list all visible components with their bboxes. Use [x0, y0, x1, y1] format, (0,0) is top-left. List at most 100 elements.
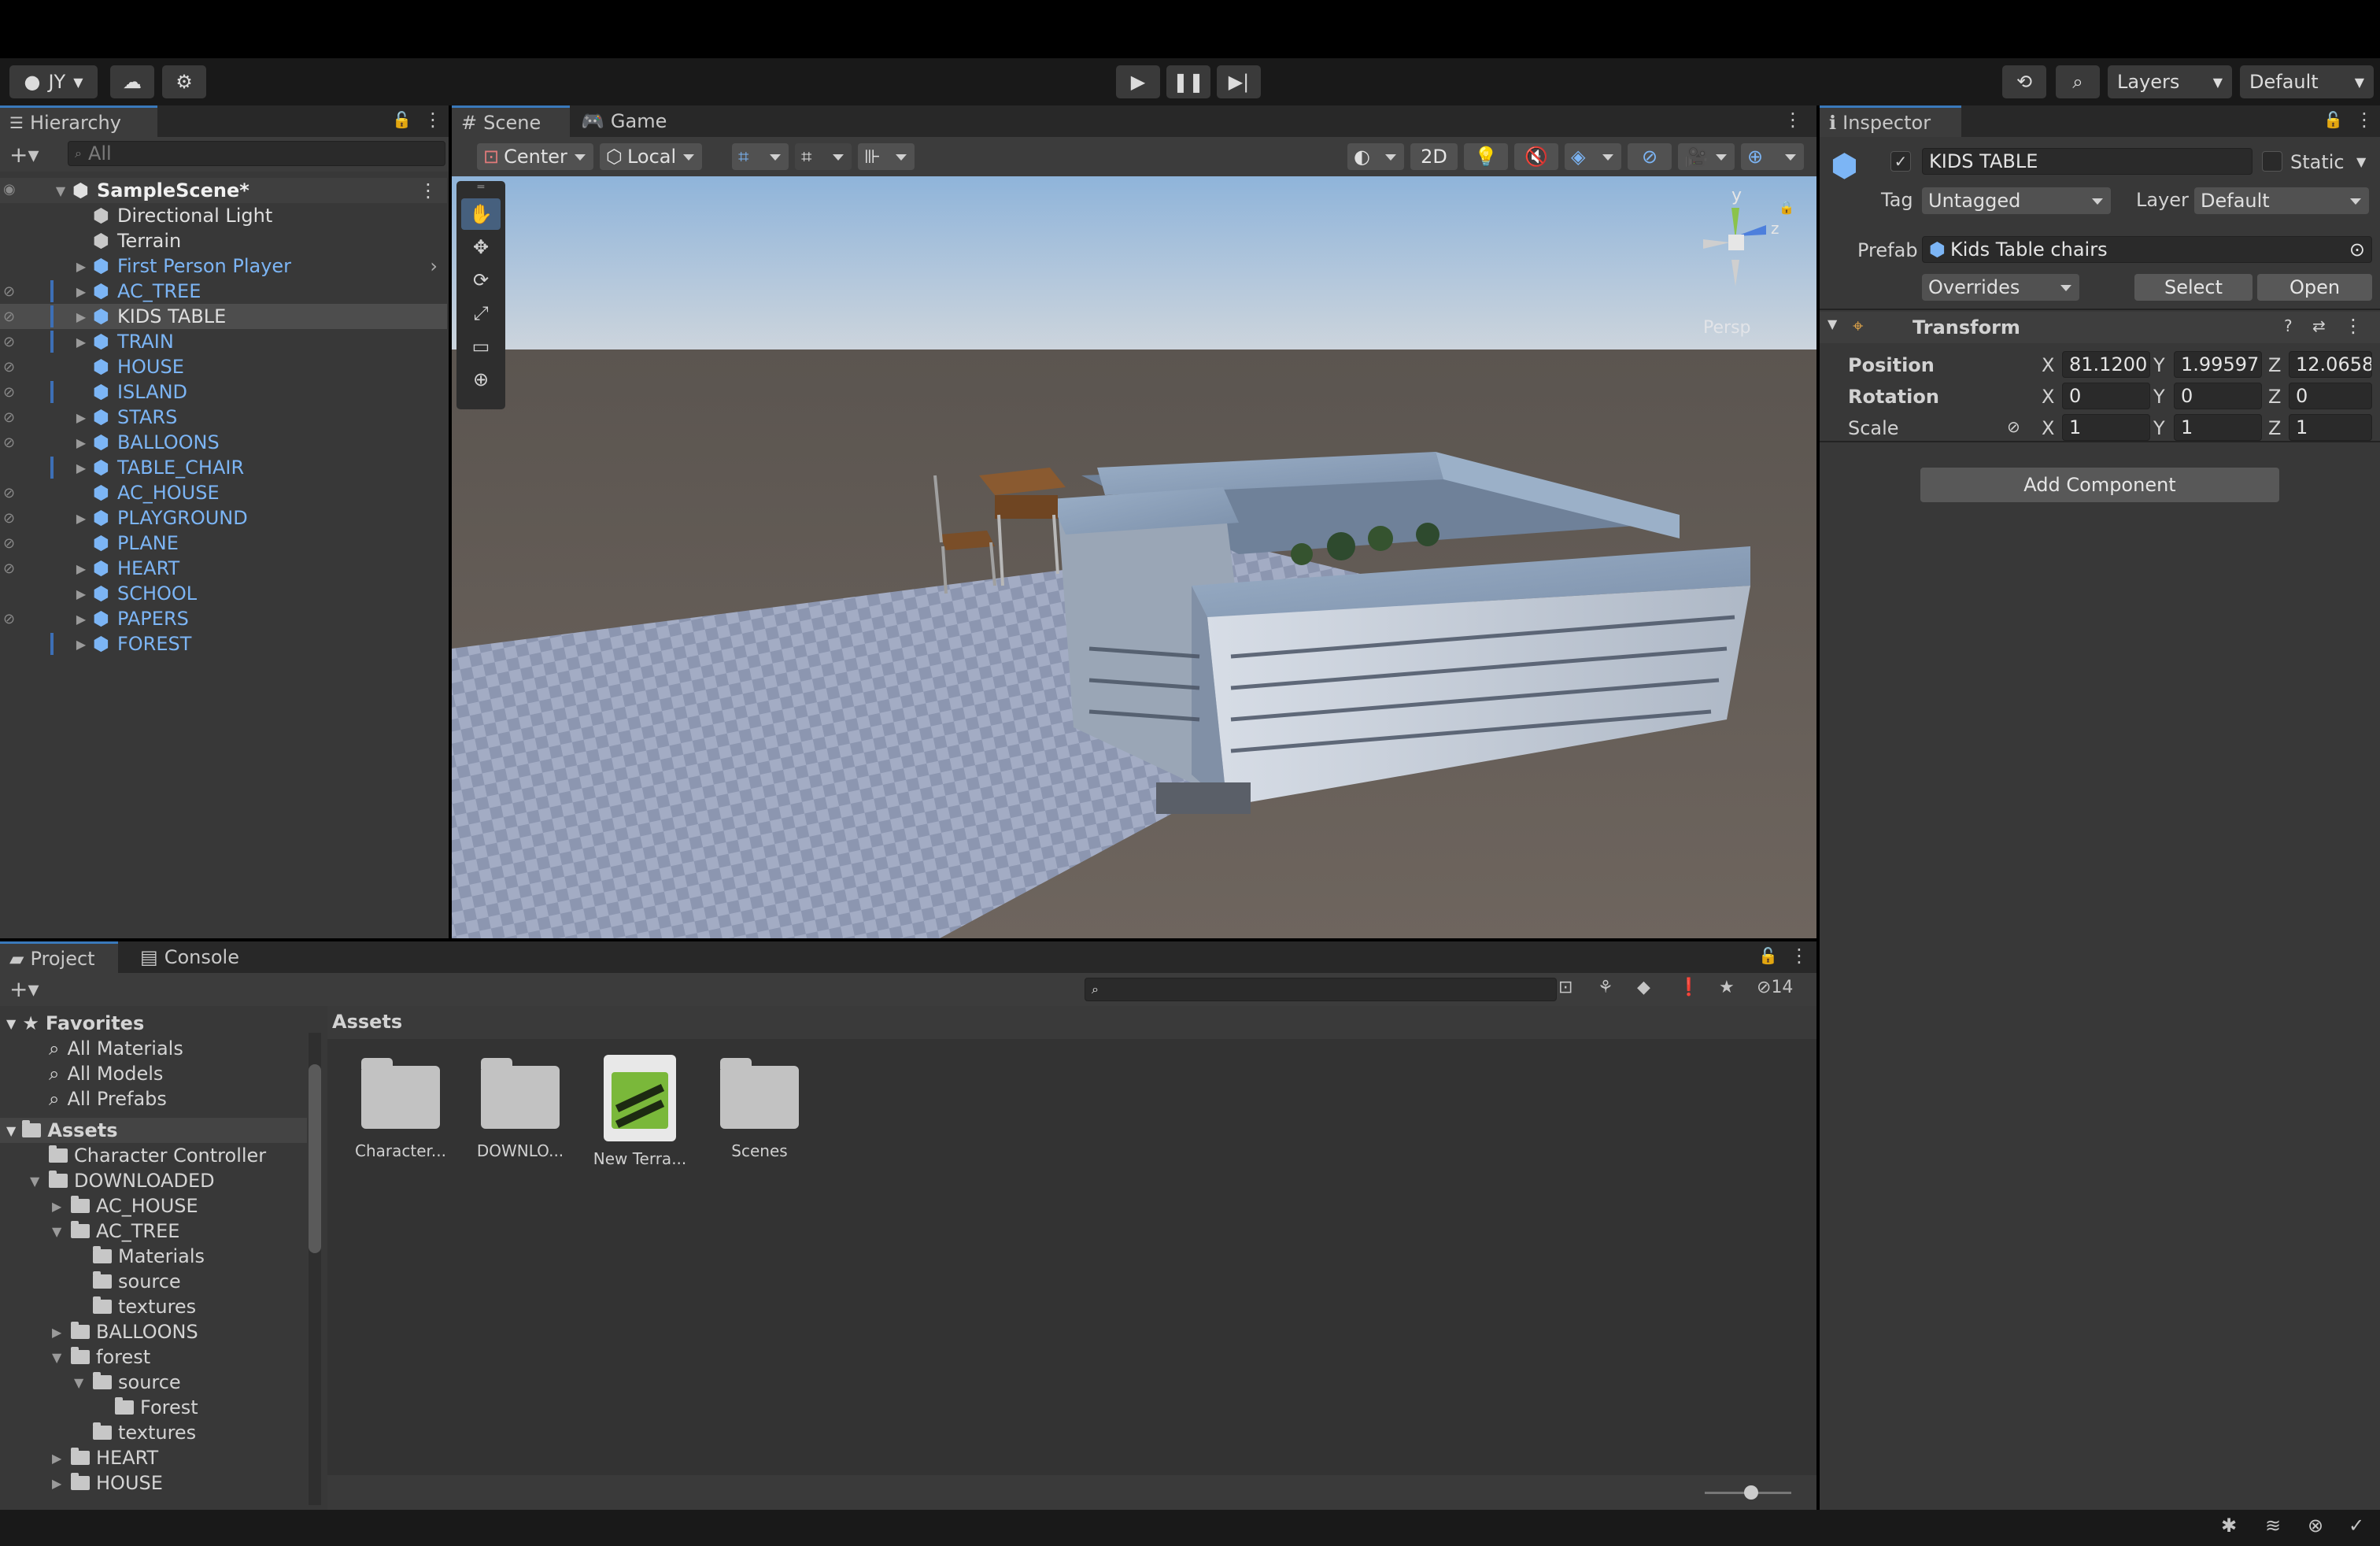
- select-button[interactable]: Select: [2134, 274, 2252, 301]
- rotate-tool-button[interactable]: ⟳: [461, 264, 501, 296]
- lock-icon[interactable]: 🔓: [392, 110, 412, 129]
- scene-viewport[interactable]: ═ ✋ ✥ ⟳ ⤢ ▭ ⊕ y z Persp 🔒: [452, 176, 1816, 938]
- chevron-down-icon[interactable]: ▼: [74, 1375, 93, 1390]
- scale-z-field[interactable]: 1: [2289, 414, 2372, 441]
- eye-slash-icon[interactable]: ⊘: [3, 611, 24, 627]
- tree-scrollbar-thumb[interactable]: [309, 1064, 321, 1253]
- hierarchy-item[interactable]: ⊘ ⬢ PLANE: [0, 531, 447, 556]
- hierarchy-item[interactable]: ▶ ⬢ FOREST: [0, 631, 447, 656]
- more-icon[interactable]: ⋮: [419, 179, 438, 202]
- scale-x-field[interactable]: 1: [2062, 414, 2150, 441]
- eye-slash-icon[interactable]: ⊘: [3, 359, 24, 375]
- chevron-right-icon[interactable]: ›: [430, 255, 438, 277]
- chevron-right-icon[interactable]: ▶: [74, 511, 88, 526]
- collab-button[interactable]: ⚙: [162, 65, 206, 98]
- gi-icon[interactable]: ⊗: [2308, 1515, 2323, 1537]
- position-y-axis-label[interactable]: Y: [2153, 354, 2165, 376]
- folder-tree-item[interactable]: ▶ HEART: [52, 1445, 158, 1470]
- more-icon[interactable]: ⋮: [423, 109, 442, 131]
- static-checkbox[interactable]: [2262, 151, 2282, 172]
- eye-slash-icon[interactable]: ⊘: [3, 409, 24, 426]
- folder-tree-item[interactable]: textures: [74, 1420, 196, 1445]
- tag-dropdown[interactable]: Untagged: [1922, 187, 2111, 214]
- chevron-down-icon[interactable]: ▼: [2356, 154, 2366, 169]
- ruler-dropdown[interactable]: ⊪: [858, 143, 915, 170]
- tab-inspector[interactable]: ℹ Inspector: [1820, 105, 1961, 137]
- warning-icon[interactable]: ❗: [1678, 978, 1699, 997]
- asset-item[interactable]: New Terra...: [581, 1055, 699, 1168]
- rotation-x-field[interactable]: 0: [2062, 383, 2150, 409]
- position-x-axis-label[interactable]: X: [2042, 354, 2054, 376]
- folder-tree-item[interactable]: source: [74, 1269, 181, 1294]
- pause-button[interactable]: ❚❚: [1166, 65, 1210, 98]
- folder-tree-item[interactable]: ▼ AC_TREE: [52, 1219, 179, 1244]
- pivot-dropdown[interactable]: ⊡ Center: [477, 143, 593, 170]
- chevron-down-icon[interactable]: ▼: [30, 1174, 49, 1189]
- rotation-x-axis-label[interactable]: X: [2042, 386, 2054, 408]
- favorite-item[interactable]: ⌕ All Models: [49, 1061, 163, 1086]
- rect-tool-button[interactable]: ▭: [461, 331, 501, 362]
- rotation-z-axis-label[interactable]: Z: [2268, 386, 2281, 408]
- layers-icon[interactable]: ≋: [2265, 1515, 2281, 1537]
- mode-2d-button[interactable]: 2D: [1410, 143, 1458, 170]
- hierarchy-item[interactable]: ⊘ ▶ ⬢ TRAIN: [0, 329, 447, 354]
- eye-slash-icon[interactable]: ⊘: [3, 384, 24, 401]
- asset-item[interactable]: Character...: [342, 1058, 460, 1160]
- snap-increment-dropdown[interactable]: ⌗: [795, 143, 852, 170]
- history-button[interactable]: ⟲: [2002, 65, 2046, 98]
- hierarchy-search-input[interactable]: ⌕ All: [68, 141, 445, 166]
- favorites-row[interactable]: ▼ ★ Favorites: [6, 1011, 144, 1036]
- chevron-right-icon[interactable]: ▶: [74, 259, 88, 274]
- account-dropdown[interactable]: ● JY ▼: [9, 65, 98, 98]
- eye-slash-icon[interactable]: ⊘: [3, 510, 24, 527]
- asset-item[interactable]: Scenes: [700, 1058, 819, 1160]
- position-z-field[interactable]: 12.0658: [2289, 351, 2372, 378]
- chevron-down-icon[interactable]: ▼: [1828, 316, 1837, 331]
- effects-dropdown[interactable]: ◈: [1565, 143, 1621, 170]
- object-name-field[interactable]: KIDS TABLE: [1922, 148, 2252, 175]
- folder-tree-item[interactable]: ▶ AC_HOUSE: [52, 1193, 198, 1219]
- audio-toggle[interactable]: 🔇: [1514, 143, 1558, 170]
- hierarchy-item[interactable]: ⊘ ▶ ⬢ PLAYGROUND: [0, 505, 447, 531]
- tab-hierarchy[interactable]: ☰ Hierarchy: [0, 105, 157, 137]
- orientation-gizmo[interactable]: y z Persp 🔒: [1680, 184, 1798, 342]
- eye-slash-icon[interactable]: ⊘: [3, 535, 24, 552]
- constrain-proportions-icon[interactable]: ⊘: [2007, 417, 2020, 436]
- chevron-right-icon[interactable]: ▶: [52, 1325, 71, 1340]
- hierarchy-item[interactable]: ▶ ⬢ First Person Player ›: [0, 253, 447, 279]
- hierarchy-item[interactable]: ⊘ ⬢ HOUSE: [0, 354, 447, 379]
- chevron-right-icon[interactable]: ▶: [74, 637, 88, 652]
- tab-project[interactable]: ▰ Project: [0, 941, 118, 973]
- more-icon[interactable]: ⋮: [1783, 109, 1802, 131]
- scale-tool-button[interactable]: ⤢: [461, 298, 501, 329]
- hierarchy-item[interactable]: ⊘ ▶ ⬢ BALLOONS: [0, 430, 447, 455]
- prefab-field[interactable]: ⬢ Kids Table chairs ⊙: [1922, 236, 2372, 263]
- position-z-axis-label[interactable]: Z: [2268, 354, 2281, 376]
- persp-label[interactable]: Persp: [1703, 318, 1751, 338]
- label-filter-icon[interactable]: ◆: [1637, 978, 1650, 997]
- eye-slash-icon[interactable]: ⊘: [3, 560, 24, 577]
- eye-icon[interactable]: ◉: [3, 181, 24, 198]
- lock-icon[interactable]: 🔒: [1779, 200, 1794, 215]
- favorite-item[interactable]: ⌕ All Prefabs: [49, 1086, 167, 1111]
- scale-z-axis-label[interactable]: Z: [2268, 417, 2281, 439]
- lighting-toggle[interactable]: 💡: [1464, 143, 1508, 170]
- add-icon[interactable]: +▾: [9, 142, 39, 168]
- position-y-field[interactable]: 1.99597: [2174, 351, 2262, 378]
- star-icon[interactable]: ★: [1719, 978, 1735, 997]
- tree-scrollbar[interactable]: [309, 1033, 321, 1505]
- lock-icon[interactable]: 🔓: [2323, 110, 2343, 129]
- scale-y-axis-label[interactable]: Y: [2153, 417, 2165, 439]
- bug-icon[interactable]: ✱: [2221, 1515, 2237, 1537]
- rotation-y-axis-label[interactable]: Y: [2153, 386, 2165, 408]
- folder-tree-item[interactable]: ▼ forest: [52, 1344, 150, 1370]
- eye-slash-icon[interactable]: ⊘: [3, 435, 24, 451]
- more-icon[interactable]: ⋮: [2344, 315, 2363, 337]
- hierarchy-item[interactable]: ⊘ ⬢ ISLAND: [0, 379, 447, 405]
- chevron-right-icon[interactable]: ▶: [74, 435, 88, 450]
- layout-dropdown[interactable]: Default ▼: [2240, 65, 2374, 98]
- shading-dropdown[interactable]: ◐: [1347, 143, 1404, 170]
- hierarchy-item[interactable]: ▶ ⬢ TABLE_CHAIR: [0, 455, 447, 480]
- target-icon[interactable]: ⊙: [2349, 239, 2365, 261]
- scale-x-axis-label[interactable]: X: [2042, 417, 2054, 439]
